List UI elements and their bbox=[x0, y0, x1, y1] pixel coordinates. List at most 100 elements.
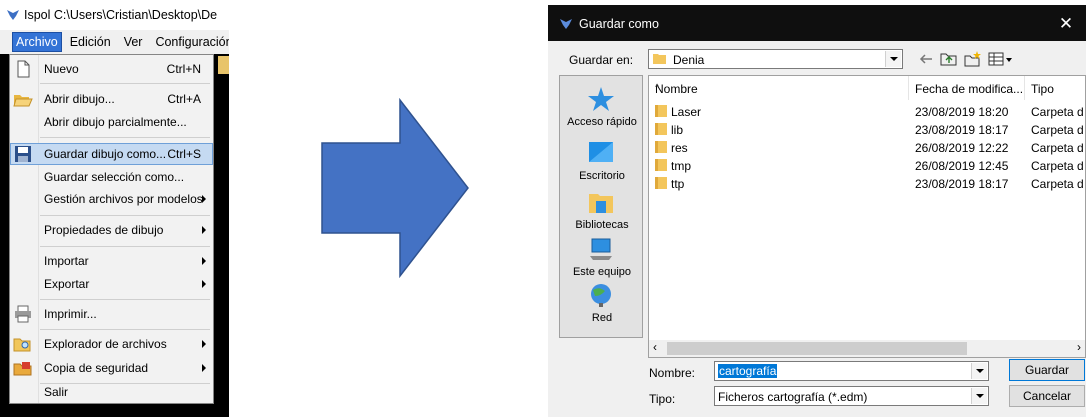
cancel-button[interactable]: Cancelar bbox=[1009, 385, 1085, 407]
file-type: Carpeta d bbox=[1031, 159, 1084, 173]
submenu-arrow-icon bbox=[202, 195, 206, 203]
place-acceso-rapido[interactable]: Acceso rápido bbox=[560, 86, 644, 130]
menu-configuracion[interactable]: Configuración bbox=[150, 33, 229, 51]
place-red[interactable]: Red bbox=[560, 282, 644, 326]
file-row[interactable]: ttp 23/08/2019 18:17 Carpeta d bbox=[649, 174, 1085, 192]
column-label: Tipo bbox=[1031, 82, 1054, 96]
dialog-title: Guardar como bbox=[579, 17, 659, 31]
menu-item-importar[interactable]: Importar bbox=[10, 250, 213, 272]
new-folder-icon[interactable] bbox=[964, 50, 982, 68]
network-globe-icon bbox=[591, 284, 611, 307]
menu-item-label: Imprimir... bbox=[44, 307, 97, 321]
column-label: Nombre bbox=[655, 82, 698, 96]
menu-item-gestion-archivos[interactable]: Gestión archivos por modelos bbox=[10, 188, 213, 210]
horizontal-scrollbar[interactable]: ‹ › bbox=[649, 340, 1085, 357]
menu-item-label: Guardar selección como... bbox=[44, 170, 185, 184]
folder-icon bbox=[655, 123, 667, 135]
places-bar: Acceso rápido Escritorio Bibliotecas Est… bbox=[559, 75, 643, 338]
menu-item-copia-seguridad[interactable]: Copia de seguridad bbox=[10, 357, 213, 379]
scrollbar-thumb[interactable] bbox=[667, 342, 967, 355]
menu-separator bbox=[40, 83, 210, 84]
menu-item-label: Abrir dibujo... bbox=[44, 92, 115, 106]
column-header-fecha[interactable]: Fecha de modifica... bbox=[909, 76, 1025, 100]
navigation-toolbar bbox=[918, 50, 1028, 70]
file-date: 23/08/2019 18:17 bbox=[915, 177, 1009, 191]
file-date: 26/08/2019 12:22 bbox=[915, 141, 1009, 155]
submenu-arrow-icon bbox=[202, 257, 206, 265]
chevron-down-icon[interactable] bbox=[971, 388, 987, 404]
menu-separator bbox=[40, 215, 210, 216]
menu-item-abrir-dibujo[interactable]: Abrir dibujo... Ctrl+A bbox=[10, 88, 213, 110]
menu-edicion[interactable]: Edición bbox=[65, 33, 116, 51]
menu-separator bbox=[40, 246, 210, 247]
column-header-nombre[interactable]: Nombre ^ bbox=[649, 76, 909, 100]
menu-item-label: Importar bbox=[44, 254, 89, 268]
menu-archivo[interactable]: Archivo bbox=[12, 32, 62, 52]
save-in-label: Guardar en: bbox=[569, 53, 634, 67]
close-button[interactable]: ✕ bbox=[1053, 13, 1079, 35]
file-list: Nombre ^ Fecha de modifica... Tipo Laser… bbox=[648, 75, 1086, 358]
menu-item-guardar-seleccion[interactable]: Guardar selección como... bbox=[10, 166, 213, 188]
app-titlebar: Ispol C:\Users\Cristian\Desktop\De bbox=[0, 0, 229, 30]
scroll-right-icon[interactable]: › bbox=[1077, 340, 1081, 354]
save-in-dropdown[interactable]: Denia bbox=[648, 49, 903, 69]
file-type: Carpeta d bbox=[1031, 177, 1084, 191]
folder-icon bbox=[655, 159, 667, 171]
back-arrow-icon[interactable] bbox=[918, 50, 934, 68]
file-row[interactable]: tmp 26/08/2019 12:45 Carpeta d bbox=[649, 156, 1085, 174]
file-row[interactable]: Laser 23/08/2019 18:20 Carpeta d bbox=[649, 102, 1085, 120]
place-escritorio[interactable]: Escritorio bbox=[560, 140, 644, 184]
place-bibliotecas[interactable]: Bibliotecas bbox=[560, 189, 644, 233]
menu-item-label: Propiedades de dibujo bbox=[44, 223, 164, 237]
file-name: ttp bbox=[671, 177, 685, 191]
menu-item-label: Copia de seguridad bbox=[44, 361, 149, 375]
dialog-titlebar: Guardar como ✕ bbox=[548, 5, 1086, 41]
menu-ver[interactable]: Ver bbox=[119, 33, 148, 51]
folder-icon bbox=[655, 141, 667, 153]
up-folder-icon[interactable] bbox=[940, 50, 958, 68]
menu-item-nuevo[interactable]: Nuevo Ctrl+N bbox=[10, 58, 213, 80]
menu-item-exportar[interactable]: Exportar bbox=[10, 273, 213, 295]
menu-item-explorador[interactable]: Explorador de archivos bbox=[10, 333, 213, 355]
menu-item-abrir-parcial[interactable]: Abrir dibujo parcialmente... bbox=[10, 111, 213, 133]
filetype-select[interactable]: Ficheros cartografía (*.edm) bbox=[714, 386, 989, 406]
folder-search-icon bbox=[13, 338, 31, 352]
menubar: Archivo Edición Ver Configuración bbox=[0, 30, 229, 54]
folder-icon bbox=[655, 177, 667, 189]
sort-ascending-icon: ^ bbox=[655, 82, 660, 92]
right-arrow-icon bbox=[321, 98, 469, 278]
scroll-left-icon[interactable]: ‹ bbox=[653, 340, 657, 354]
printer-icon bbox=[15, 305, 31, 323]
filename-value: cartografía bbox=[718, 364, 778, 378]
file-row[interactable]: res 26/08/2019 12:22 Carpeta d bbox=[649, 138, 1085, 156]
menu-item-guardar-como[interactable]: Guardar dibujo como... Ctrl+S bbox=[10, 143, 213, 165]
desktop-icon bbox=[589, 142, 613, 162]
save-button[interactable]: Guardar bbox=[1009, 359, 1085, 381]
submenu-arrow-icon bbox=[202, 280, 206, 288]
menu-item-propiedades[interactable]: Propiedades de dibujo bbox=[10, 219, 213, 241]
view-menu-icon[interactable] bbox=[988, 50, 1014, 68]
place-label: Bibliotecas bbox=[575, 219, 629, 231]
libraries-icon bbox=[589, 194, 613, 213]
file-name: res bbox=[671, 141, 688, 155]
file-type: Carpeta d bbox=[1031, 141, 1084, 155]
floppy-disk-icon bbox=[15, 146, 31, 162]
place-este-equipo[interactable]: Este equipo bbox=[560, 236, 644, 280]
menu-item-shortcut: Ctrl+A bbox=[167, 92, 201, 106]
file-date: 23/08/2019 18:17 bbox=[915, 123, 1009, 137]
menu-separator bbox=[40, 137, 210, 138]
folder-icon bbox=[655, 105, 667, 117]
chevron-down-icon[interactable] bbox=[971, 363, 987, 379]
file-row[interactable]: lib 23/08/2019 18:17 Carpeta d bbox=[649, 120, 1085, 138]
menu-item-imprimir[interactable]: Imprimir... bbox=[10, 303, 213, 325]
menu-item-label: Abrir dibujo parcialmente... bbox=[44, 115, 187, 129]
menu-item-salir[interactable]: Salir bbox=[10, 381, 213, 403]
chevron-down-icon[interactable] bbox=[885, 51, 901, 67]
menu-item-label: Nuevo bbox=[44, 62, 79, 76]
column-header-tipo[interactable]: Tipo bbox=[1025, 76, 1085, 100]
archivo-dropdown-menu: Nuevo Ctrl+N Abrir dibujo... Ctrl+A Abri… bbox=[9, 54, 214, 404]
app-title: Ispol C:\Users\Cristian\Desktop\De bbox=[24, 8, 218, 22]
file-date: 26/08/2019 12:45 bbox=[915, 159, 1009, 173]
filename-input[interactable]: cartografía bbox=[714, 361, 989, 381]
app-window: Ispol C:\Users\Cristian\Desktop\De Archi… bbox=[0, 0, 229, 417]
